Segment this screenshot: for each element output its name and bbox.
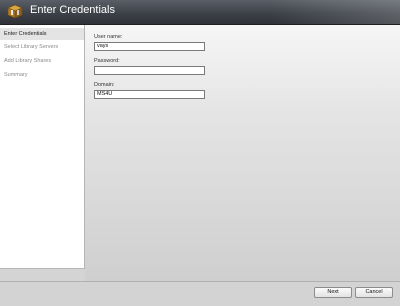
step-summary[interactable]: Summary (0, 69, 84, 81)
wizard-header: Enter Credentials (0, 0, 400, 25)
password-input[interactable] (94, 66, 205, 75)
header-gloss (270, 0, 400, 24)
username-input[interactable]: vays (94, 42, 205, 51)
wizard-box-icon (7, 4, 23, 19)
password-label: Password: (94, 58, 120, 64)
steps-sidebar: Enter Credentials Select Library Servers… (0, 25, 85, 269)
next-button[interactable]: Next (314, 287, 352, 298)
domain-input[interactable]: MS4U (94, 90, 205, 99)
step-select-library-servers[interactable]: Select Library Servers (0, 41, 84, 53)
domain-label: Domain: (94, 82, 115, 88)
cancel-button[interactable]: Cancel (355, 287, 393, 298)
content-panel (85, 25, 400, 281)
username-label: User name: (94, 34, 123, 40)
step-add-library-shares[interactable]: Add Library Shares (0, 55, 84, 67)
step-enter-credentials[interactable]: Enter Credentials (0, 28, 84, 40)
wizard-title: Enter Credentials (30, 4, 115, 16)
